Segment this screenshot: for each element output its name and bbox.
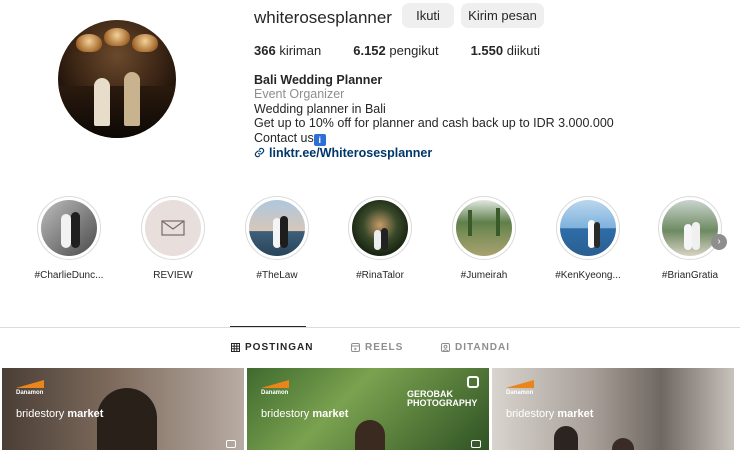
bride-figure [94,78,110,126]
tab-label: POSTINGAN [245,342,314,353]
highlight-thumbnail [560,200,616,256]
brand-bold: market [312,408,349,420]
brand-light: bridestory [16,408,65,420]
profile-avatar[interactable] [58,20,176,138]
post-thumbnail[interactable]: Danamon bridestory market [2,368,244,450]
followers-number: 6.152 [353,43,386,58]
highlight-label: #CharlieDunc... [34,270,104,281]
tab-tagged[interactable]: DITANDAI [441,342,510,353]
chevron-right-icon[interactable]: › [711,234,727,250]
danamon-logo [506,380,534,388]
following-count[interactable]: 1.550 diikuti [471,43,540,58]
post-thumbnail[interactable]: Danamon bridestory market GEROBAK PHOTOG… [247,368,489,450]
highlight-ring [556,196,620,260]
reel-icon [226,440,236,448]
link-icon [254,148,265,158]
bio-line: Get up to 10% off for planner and cash b… [254,116,614,131]
highlight-ring [348,196,412,260]
followers-label: pengikut [389,43,439,58]
highlight-ring [658,196,722,260]
stage-shape [58,86,176,138]
lamp-shape [104,28,130,46]
info-icon: i [313,133,326,146]
brand-text: bridestory market [261,408,348,420]
brand-light: bridestory [261,408,310,420]
tab-label: REELS [365,342,404,353]
brand-small: Danamon [506,390,534,396]
story-highlight[interactable]: REVIEW [129,196,217,281]
brand-text: bridestory market [16,408,103,420]
story-highlight[interactable]: #Jumeirah [440,196,528,281]
highlight-thumbnail [352,200,408,256]
highlight-ring [245,196,309,260]
highlight-ring [37,196,101,260]
danamon-logo [16,380,44,388]
highlight-label: #Jumeirah [460,270,508,281]
brand-light: bridestory [506,408,555,420]
brand-bold: market [557,408,594,420]
highlight-thumbnail [456,200,512,256]
post-thumbnail[interactable]: Danamon bridestory market [492,368,734,450]
tabs-divider [0,327,740,328]
bio-line-contact: Contact us i [254,131,614,146]
posts-number: 366 [254,43,276,58]
highlight-thumbnail [662,200,718,256]
link-text: linktr.ee/Whiterosesplanner [269,145,433,160]
reels-icon [351,343,360,352]
brand-text: bridestory market [506,408,593,420]
grid-icon [231,343,240,352]
bio-category: Event Organizer [254,87,345,102]
lamp-shape [132,34,158,52]
photographer-watermark: GEROBAK PHOTOGRAPHY [407,390,477,408]
carousel-icon [467,376,479,388]
profile-stats: 366 kiriman 6.152 pengikut 1.550 diikuti [254,43,540,58]
lamp-shape [76,34,102,52]
highlight-label: #KenKyeong... [555,270,621,281]
posts-label: kiriman [279,43,322,58]
following-number: 1.550 [470,43,504,58]
following-label: diikuti [506,43,540,58]
danamon-logo [261,380,289,388]
envelope-icon [161,220,185,236]
bio-name: Bali Wedding Planner [254,73,383,87]
contact-text: Contact us [254,130,314,145]
highlight-thumbnail [145,200,201,256]
highlight-ring [452,196,516,260]
highlight-label: #BrianGratia [661,270,719,281]
highlight-label: #RinaTalor [356,270,404,281]
tab-label: DITANDAI [455,342,511,353]
watermark-line: PHOTOGRAPHY [407,398,478,408]
profile-username: whiterosesplanner [254,8,392,27]
highlight-label: #TheLaw [256,270,298,281]
tab-reels[interactable]: REELS [351,342,403,353]
profile-bio: Bali Wedding Planner Event Organizer Wed… [254,73,614,160]
story-highlight[interactable]: #RinaTalor [336,196,424,281]
highlight-label: REVIEW [153,270,193,281]
bio-line: Wedding planner in Bali [254,101,386,116]
brand-bold: market [67,408,104,420]
story-highlight[interactable]: #CharlieDunc... [25,196,113,281]
reel-icon [471,440,481,448]
highlight-ring [141,196,205,260]
tab-posts[interactable]: POSTINGAN [231,342,313,353]
posts-count: 366 kiriman [254,43,321,58]
groom-figure [124,72,140,126]
highlight-thumbnail [41,200,97,256]
follow-button[interactable]: Ikuti [402,3,454,28]
highlight-thumbnail [249,200,305,256]
story-highlight[interactable]: #TheLaw [233,196,321,281]
bio-link[interactable]: linktr.ee/Whiterosesplanner [254,146,614,160]
brand-small: Danamon [261,390,289,396]
tagged-icon [441,343,450,352]
send-message-button[interactable]: Kirim pesan [461,3,544,28]
story-highlight[interactable]: #KenKyeong... [544,196,632,281]
followers-count[interactable]: 6.152 pengikut [353,43,438,58]
active-tab-indicator [230,326,306,327]
brand-small: Danamon [16,390,44,396]
